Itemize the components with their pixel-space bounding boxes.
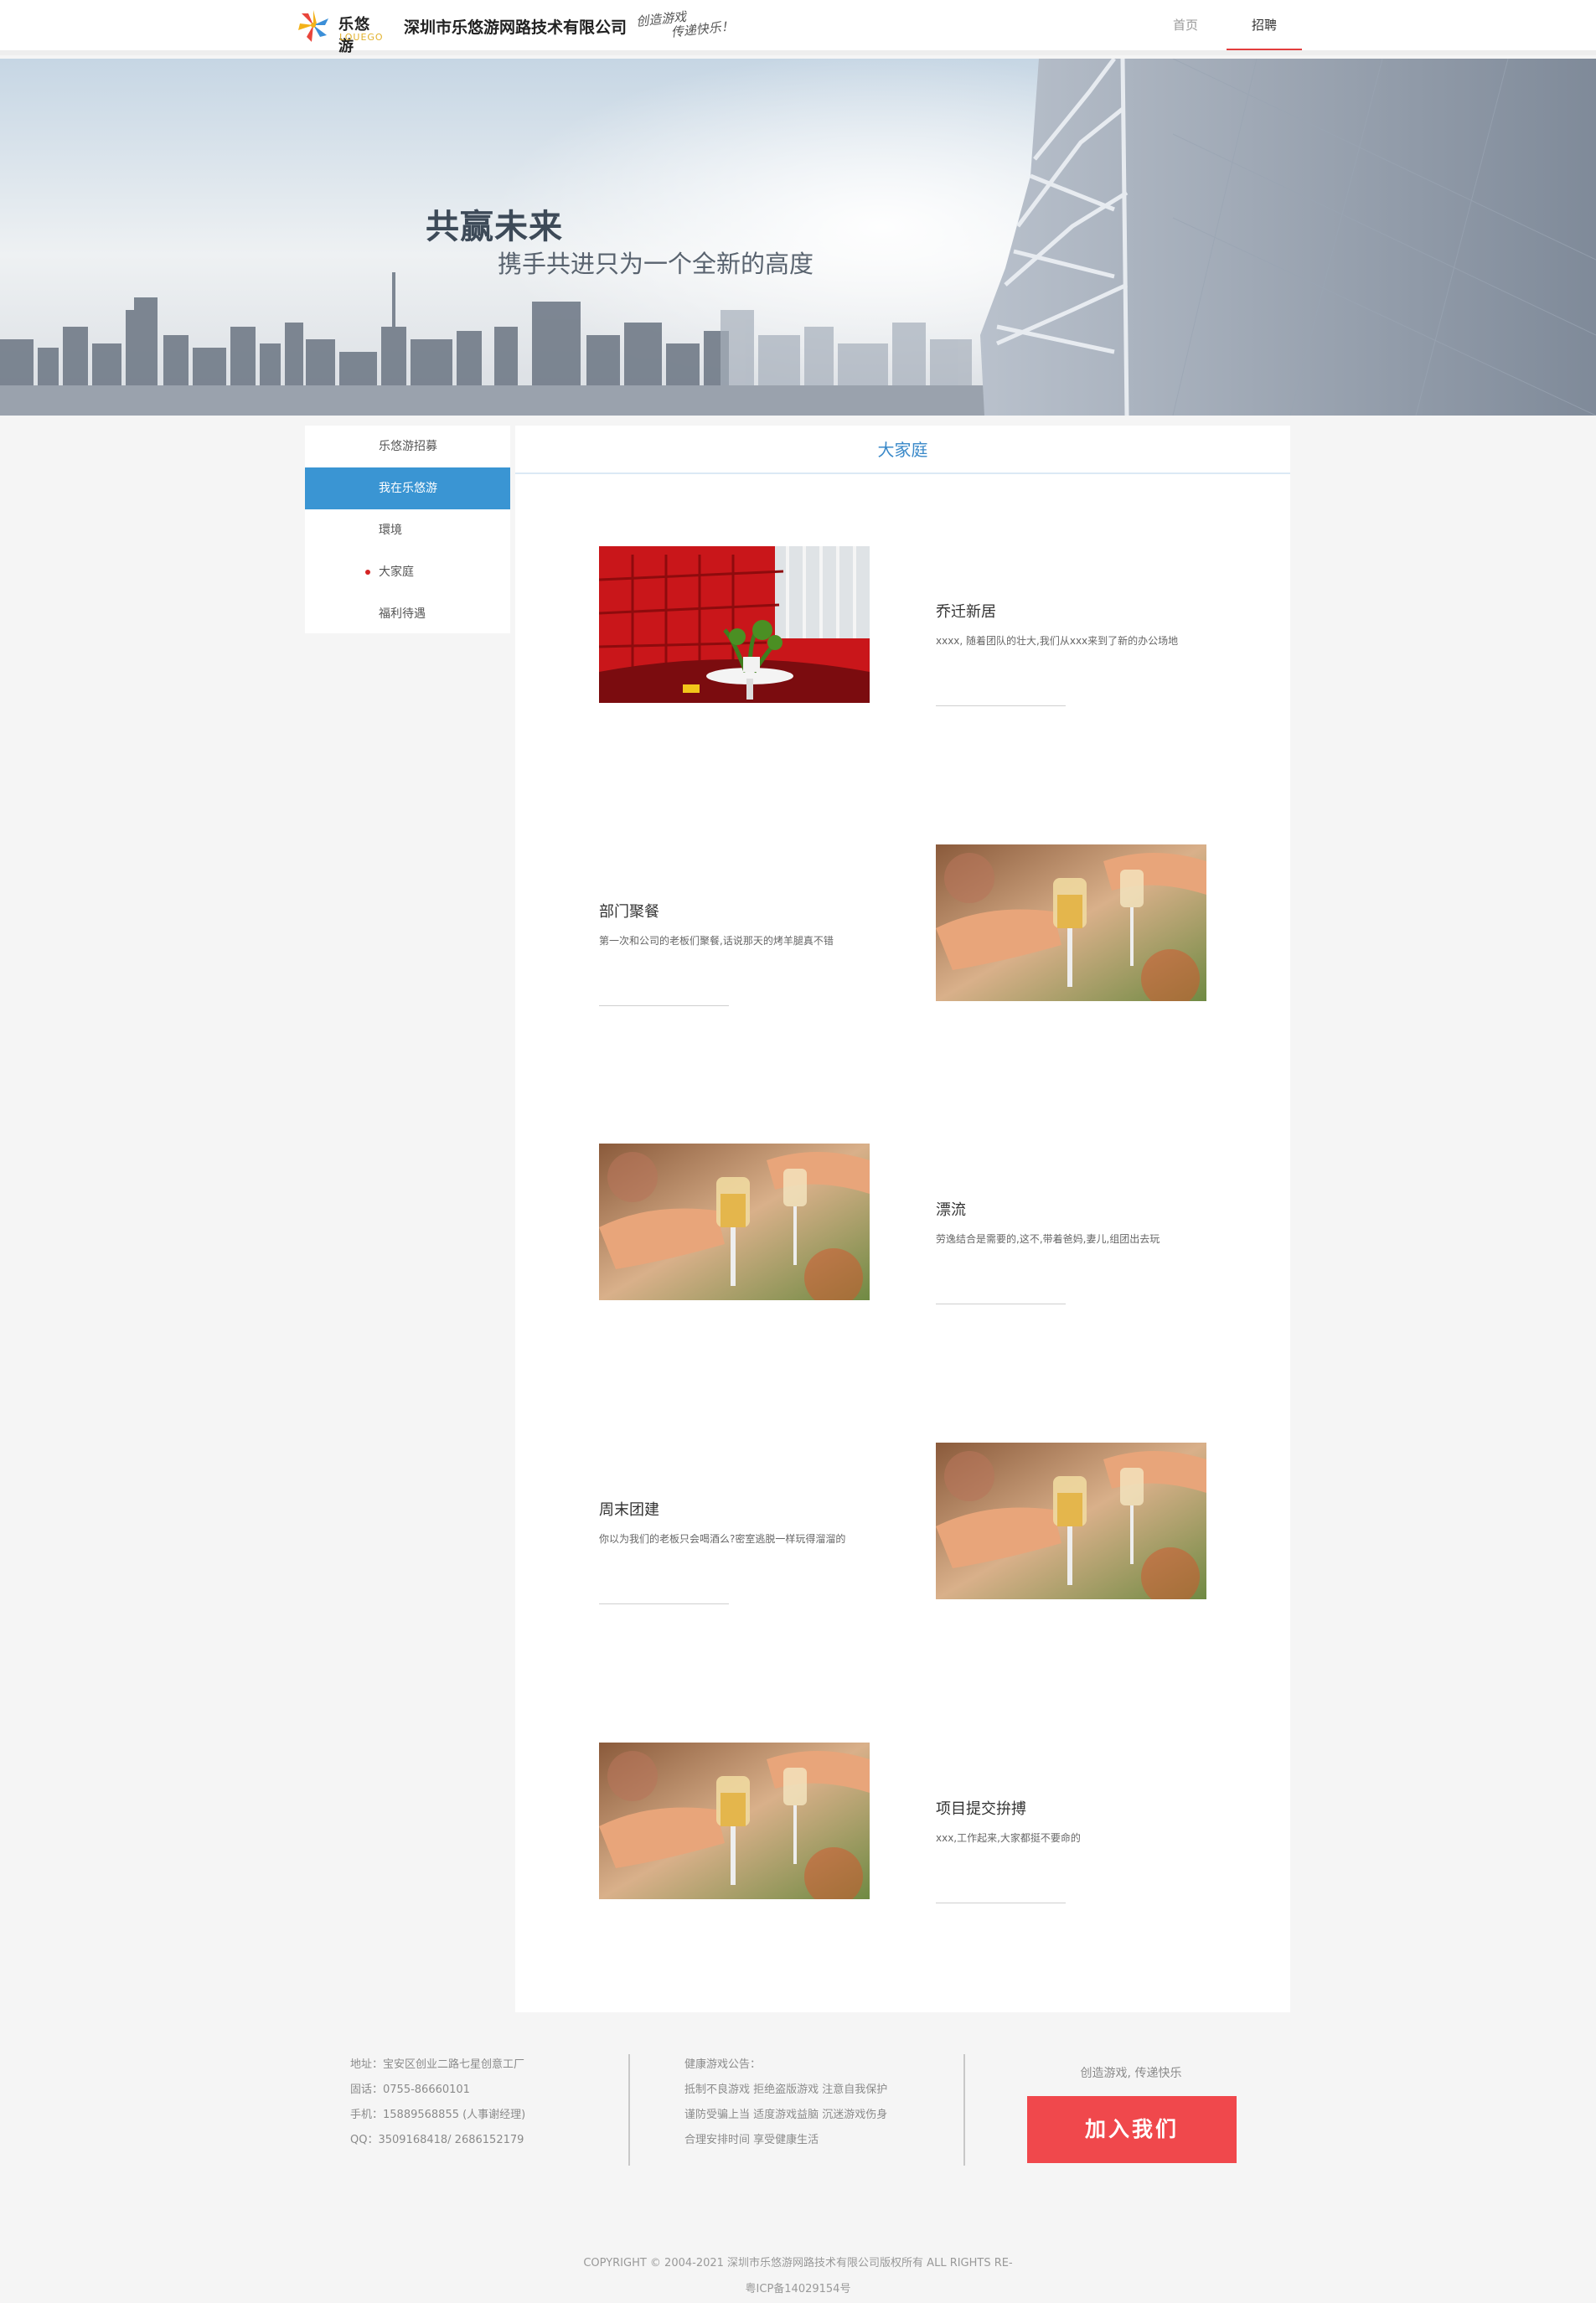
sidebar-item-label: 我在乐悠游 bbox=[379, 482, 437, 495]
entry-title: 项目提交拚搏 bbox=[936, 1800, 1026, 1818]
icp-license-link[interactable]: 粤ICP备14029154号 bbox=[0, 2280, 1596, 2295]
entry-description: 第一次和公司的老板们聚餐,话说那天的烤羊腿真不错 bbox=[599, 935, 834, 947]
entry-divider bbox=[599, 1603, 729, 1604]
toast-photo-image bbox=[599, 1743, 870, 1899]
section-title: 大家庭 bbox=[515, 426, 1290, 474]
sidebar: 乐悠游招募 我在乐悠游 環境 大家庭 福利待遇 bbox=[305, 426, 510, 633]
entry-description: 你以为我们的老板只会喝酒么?密室逃脱一样玩得溜溜的 bbox=[599, 1533, 846, 1545]
join-us-button[interactable]: 加入我们 bbox=[1027, 2096, 1237, 2163]
health-notice-line: 合理安排时间 享受健康生活 bbox=[684, 2134, 819, 2146]
footer-tagline: 创造游戏, 传递快乐 bbox=[1080, 2067, 1182, 2080]
city-skyline-image bbox=[0, 59, 1596, 416]
main-panel: 大家庭 乔迁新居 xxxx, 随着团队的壮大,我们从xxx来到了新的办公场地 部… bbox=[515, 426, 1290, 2012]
footer-phone: 固话：0755-86660101 bbox=[350, 2084, 470, 2096]
entry-divider bbox=[599, 1005, 729, 1006]
entry-description: xxx,工作起来,大家都挺不要命的 bbox=[936, 1832, 1081, 1844]
footer-contact: 地址：宝安区创业二路七星创意工厂 固话：0755-86660101 手机：158… bbox=[350, 2053, 525, 2153]
company-name: 深圳市乐悠游网路技术有限公司 bbox=[404, 18, 628, 37]
entry-divider bbox=[936, 705, 1066, 706]
footer-qq: QQ：3509168418/ 2686152179 bbox=[350, 2134, 524, 2146]
entry-title: 周末团建 bbox=[599, 1501, 659, 1519]
active-dot-icon bbox=[365, 570, 370, 575]
banner-heading: 共赢未来 bbox=[426, 208, 563, 246]
copyright-text: COPYRIGHT © 2004-2021 深圳市乐悠游网路技术有限公司版权所有… bbox=[583, 2257, 1013, 2269]
nav-jobs[interactable]: 招聘 bbox=[1227, 0, 1302, 50]
banner-subheading: 携手共进只为一个全新的高度 bbox=[498, 250, 814, 278]
sidebar-item-me-at-company[interactable]: 我在乐悠游 bbox=[305, 467, 510, 509]
toast-photo-image bbox=[936, 1443, 1206, 1599]
sidebar-item-label: 環境 bbox=[379, 524, 402, 537]
brand-english: LOUEGO bbox=[339, 32, 384, 43]
hero-banner: 共赢未来 携手共进只为一个全新的高度 bbox=[0, 59, 1596, 416]
office-photo-image bbox=[599, 546, 870, 703]
header-slogan: 创造游戏 传递快乐！ bbox=[635, 5, 734, 44]
footer-divider bbox=[963, 2054, 965, 2166]
entry-description: xxxx, 随着团队的壮大,我们从xxx来到了新的办公场地 bbox=[936, 635, 1179, 647]
footer-divider bbox=[628, 2054, 630, 2166]
logo-star-icon bbox=[298, 10, 328, 42]
footer-mobile: 手机：15889568855 (人事谢经理) bbox=[350, 2109, 526, 2121]
entry-title: 乔迁新居 bbox=[936, 603, 996, 621]
entry-title: 部门聚餐 bbox=[599, 903, 659, 921]
health-notice-line: 抵制不良游戏 拒绝盗版游戏 注意自我保护 bbox=[684, 2084, 888, 2096]
nav-home[interactable]: 首页 bbox=[1148, 0, 1223, 50]
sidebar-item-label: 大家庭 bbox=[379, 565, 414, 579]
sidebar-item-recruit[interactable]: 乐悠游招募 bbox=[305, 426, 510, 467]
sidebar-item-benefits[interactable]: 福利待遇 bbox=[305, 593, 510, 635]
entry-description: 劳逸结合是需要的,这不,带着爸妈,妻儿,组团出去玩 bbox=[936, 1233, 1160, 1245]
footer-health-notice: 健康游戏公告： 抵制不良游戏 拒绝盗版游戏 注意自我保护 谨防受骗上当 适度游戏… bbox=[684, 2053, 887, 2153]
toast-photo-image bbox=[599, 1144, 870, 1300]
sidebar-item-family[interactable]: 大家庭 bbox=[305, 551, 510, 593]
sidebar-item-label: 乐悠游招募 bbox=[379, 440, 437, 453]
company-logo[interactable]: 乐悠游 LOUEGO bbox=[295, 7, 384, 55]
health-notice-title: 健康游戏公告： bbox=[684, 2058, 762, 2071]
site-header: 乐悠游 LOUEGO 深圳市乐悠游网路技术有限公司 创造游戏 传递快乐！ 首页 … bbox=[0, 0, 1596, 55]
sidebar-item-label: 福利待遇 bbox=[379, 607, 426, 621]
footer-address: 地址：宝安区创业二路七星创意工厂 bbox=[350, 2058, 525, 2071]
toast-photo-image bbox=[936, 844, 1206, 1001]
entry-title: 漂流 bbox=[936, 1201, 966, 1219]
sidebar-item-environment[interactable]: 環境 bbox=[305, 509, 510, 551]
health-notice-line: 谨防受骗上当 适度游戏益脑 沉迷游戏伤身 bbox=[684, 2109, 888, 2121]
